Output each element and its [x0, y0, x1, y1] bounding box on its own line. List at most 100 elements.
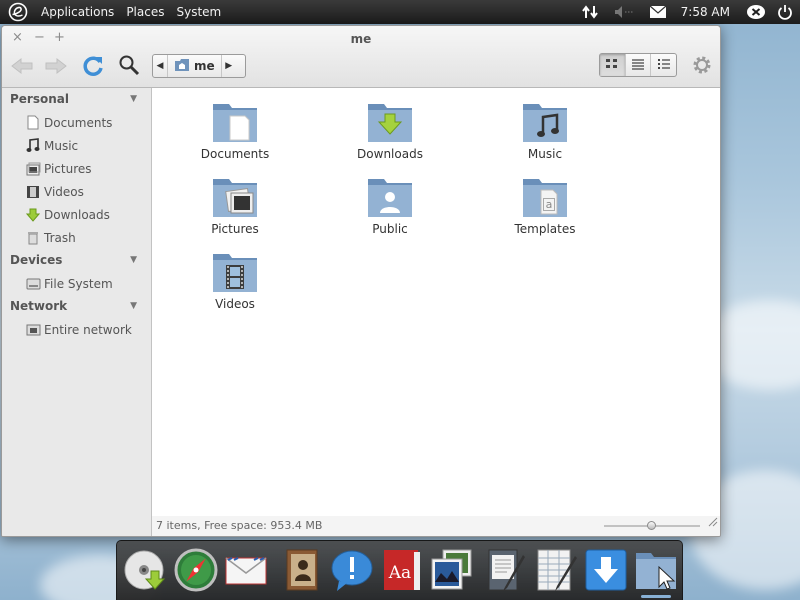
folder-music-icon	[521, 100, 569, 144]
file-item-templates[interactable]: a Templates	[490, 175, 600, 236]
collapse-triangle-icon[interactable]: ▼	[130, 295, 137, 318]
mail-envelope-icon[interactable]	[223, 547, 269, 593]
search-button[interactable]	[115, 52, 143, 80]
path-bar: ◀ me ▶	[152, 54, 246, 78]
folder-downloads-icon	[366, 100, 414, 144]
elementary-logo-icon[interactable]	[7, 1, 29, 23]
spreadsheet-icon[interactable]	[533, 547, 579, 593]
trash-icon	[25, 230, 41, 246]
film-icon	[25, 184, 41, 200]
chat-bubble-icon[interactable]	[329, 547, 375, 593]
sidebar-section-network[interactable]: Network ▼	[2, 295, 151, 318]
dictionary-icon[interactable]: Aa	[379, 547, 425, 593]
status-bar: 7 items, Free space: 953.4 MB	[152, 516, 720, 536]
sidebar-section-devices[interactable]: Devices ▼	[2, 249, 151, 272]
toolbar: ◀ me ▶	[2, 52, 720, 80]
folder-videos-icon	[211, 250, 259, 294]
folder-pictures-icon	[211, 175, 259, 219]
sidebar-item-entire-network[interactable]: Entire network	[2, 318, 151, 341]
mail-icon[interactable]	[641, 0, 675, 24]
network-icon[interactable]	[573, 0, 607, 24]
view-switcher	[599, 53, 677, 77]
path-right-arrow-icon[interactable]: ▶	[222, 61, 236, 71]
breadcrumb-label: me	[194, 59, 215, 73]
zoom-slider-knob[interactable]	[647, 521, 656, 530]
sidebar-item-label: Videos	[44, 184, 84, 199]
volume-icon[interactable]	[607, 0, 641, 24]
file-item-label: Pictures	[211, 222, 259, 236]
harddisk-icon	[25, 276, 41, 292]
file-item-pictures[interactable]: Pictures	[180, 175, 290, 236]
collapse-triangle-icon[interactable]: ▼	[130, 249, 137, 272]
file-item-public[interactable]: Public	[335, 175, 445, 236]
file-item-downloads[interactable]: Downloads	[335, 100, 445, 161]
list-view-icon	[631, 58, 645, 73]
resize-grip-icon[interactable]	[706, 514, 718, 534]
sidebar-item-label: Trash	[44, 230, 76, 245]
sidebar-item-videos[interactable]: Videos	[2, 180, 151, 203]
svg-text:Aa: Aa	[388, 563, 411, 583]
sidebar-item-label: Music	[44, 138, 79, 153]
sidebar-item-trash[interactable]: Trash	[2, 226, 151, 249]
file-item-label: Videos	[215, 297, 255, 311]
downloads-icon[interactable]	[583, 547, 629, 593]
column-view-button[interactable]	[651, 54, 676, 76]
document-icon	[25, 115, 41, 131]
sidebar-item-pictures[interactable]: Pictures	[2, 157, 151, 180]
forward-button[interactable]	[42, 52, 70, 80]
disc-installer-icon[interactable]	[123, 547, 169, 593]
folder-templates-icon: a	[521, 175, 569, 219]
text-editor-icon[interactable]	[483, 547, 529, 593]
photos-icon[interactable]	[429, 547, 475, 593]
sidebar-item-label: Documents	[44, 115, 113, 130]
download-arrow-icon	[25, 207, 41, 223]
gear-icon	[691, 54, 713, 79]
section-title: Personal	[10, 92, 69, 106]
section-title: Devices	[10, 253, 63, 267]
files-folder-icon[interactable]	[633, 547, 679, 598]
back-button[interactable]	[8, 52, 36, 80]
zoom-slider[interactable]	[604, 521, 700, 530]
clock[interactable]: 7:58 AM	[675, 0, 742, 24]
collapse-triangle-icon[interactable]: ▼	[130, 88, 137, 111]
file-item-videos[interactable]: Videos	[180, 250, 290, 311]
file-icon-view[interactable]: Documents Downloads Music Pictures Publi…	[152, 88, 720, 516]
breadcrumb-home[interactable]: me	[167, 55, 222, 77]
section-title: Network	[10, 299, 68, 313]
sidebar-item-downloads[interactable]: Downloads	[2, 203, 151, 226]
file-manager-window: × − + me ◀ me ▶ Personal ▼ Documents Mus…	[1, 25, 721, 537]
sidebar-item-documents[interactable]: Documents	[2, 111, 151, 134]
sidebar-item-file-system[interactable]: File System	[2, 272, 151, 295]
web-browser-compass-icon[interactable]	[173, 547, 219, 593]
file-item-label: Documents	[200, 147, 270, 161]
places-menu[interactable]: Places	[120, 0, 170, 24]
sidebar-item-label: File System	[44, 276, 113, 291]
top-panel: Applications Places System 7:58 AM	[0, 0, 800, 24]
sidebar: Personal ▼ Documents Music Pictures Vide…	[2, 88, 152, 536]
sidebar-item-music[interactable]: Music	[2, 134, 151, 157]
file-item-music[interactable]: Music	[490, 100, 600, 161]
sidebar-section-personal[interactable]: Personal ▼	[2, 88, 151, 111]
system-menu[interactable]: System	[170, 0, 227, 24]
icon-view-button[interactable]	[600, 54, 626, 76]
status-text: 7 items, Free space: 953.4 MB	[156, 519, 323, 532]
list-view-button[interactable]	[626, 54, 652, 76]
settings-button[interactable]	[688, 52, 716, 80]
applications-menu[interactable]: Applications	[35, 0, 120, 24]
power-icon[interactable]	[770, 0, 800, 24]
music-note-icon	[25, 138, 41, 154]
network-drive-icon	[25, 322, 41, 338]
path-left-arrow-icon[interactable]: ◀	[153, 61, 167, 71]
svg-text:a: a	[546, 198, 553, 211]
sidebar-item-label: Downloads	[44, 207, 110, 222]
search-icon	[118, 54, 140, 79]
reload-button[interactable]	[79, 52, 107, 80]
notification-icon[interactable]	[742, 0, 770, 24]
file-item-documents[interactable]: Documents	[180, 100, 290, 161]
sidebar-item-label: Pictures	[44, 161, 92, 176]
folder-documents-icon	[211, 100, 259, 144]
contacts-book-icon[interactable]	[279, 547, 325, 593]
file-item-label: Public	[372, 222, 408, 236]
home-folder-icon	[174, 58, 190, 75]
picture-icon	[25, 161, 41, 177]
